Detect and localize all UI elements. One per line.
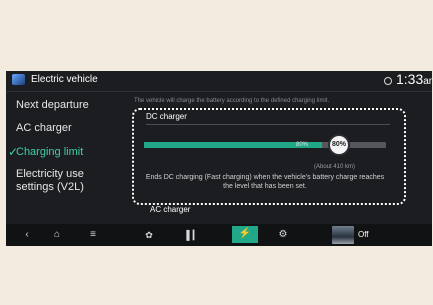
charging-limit-panel: The vehicle will charge the battery acco…	[124, 92, 432, 224]
panel-description: The vehicle will charge the battery acco…	[134, 98, 330, 104]
media-status: Off	[358, 230, 369, 239]
ev-charging-tab[interactable]: ⚡	[232, 226, 258, 243]
page-title: Electric vehicle	[31, 74, 98, 85]
fan-icon[interactable]: ✿	[142, 228, 156, 242]
checkmark-icon: ✓	[8, 145, 19, 159]
sidebar-item-label-line1: Electricity use	[16, 168, 84, 180]
estimated-range: (About 410 km)	[314, 164, 356, 170]
ev-charging-icon: ⚡	[238, 228, 252, 239]
ac-charger-label[interactable]: AC charger	[150, 205, 190, 214]
bottom-bar: ‹ ⌂ ≡ ✿ ▌▎ ⚡ ⚙ Off	[6, 224, 432, 246]
sidebar-item-electricity-use-settings[interactable]: Electricity use settings (V2L)	[16, 168, 84, 194]
home-icon[interactable]: ⌂	[50, 228, 64, 242]
clock-time: 1:33	[396, 71, 424, 87]
dc-charging-note: Ends DC charging (Fast charging) when th…	[145, 174, 385, 190]
status-header: Electric vehicle 1:33am	[6, 71, 432, 91]
media-thumbnail[interactable]	[332, 226, 354, 244]
ev-app-icon	[12, 74, 25, 85]
sidebar-item-next-departure[interactable]: Next departure	[16, 99, 89, 112]
dc-charger-label: DC charger	[146, 112, 187, 121]
sidebar: Next departure AC charger ✓ Charging lim…	[6, 92, 124, 224]
sidebar-item-charging-limit[interactable]: ✓ Charging limit	[8, 146, 84, 159]
infotainment-screen: Electric vehicle 1:33am Next departure A…	[6, 71, 432, 246]
equalizer-icon[interactable]: ▌▎	[186, 228, 200, 242]
sidebar-item-label: Next departure	[16, 99, 89, 111]
sidebar-item-label: Charging limit	[16, 146, 84, 158]
gear-icon[interactable]: ⚙	[276, 228, 290, 242]
sidebar-item-label: AC charger	[16, 122, 72, 134]
slider-handle[interactable]: 80%	[328, 134, 350, 156]
slider-fill-label: 80%	[296, 142, 309, 148]
connectivity-icon	[384, 77, 392, 85]
sidebar-item-label-line2: settings (V2L)	[16, 181, 84, 193]
menu-icon[interactable]: ≡	[86, 228, 100, 242]
clock-ampm: am	[423, 76, 432, 87]
back-chevron-icon[interactable]: ‹	[20, 228, 34, 242]
sidebar-item-ac-charger[interactable]: AC charger	[16, 122, 72, 135]
dc-charger-divider	[146, 124, 390, 125]
clock: 1:33am	[396, 71, 432, 87]
